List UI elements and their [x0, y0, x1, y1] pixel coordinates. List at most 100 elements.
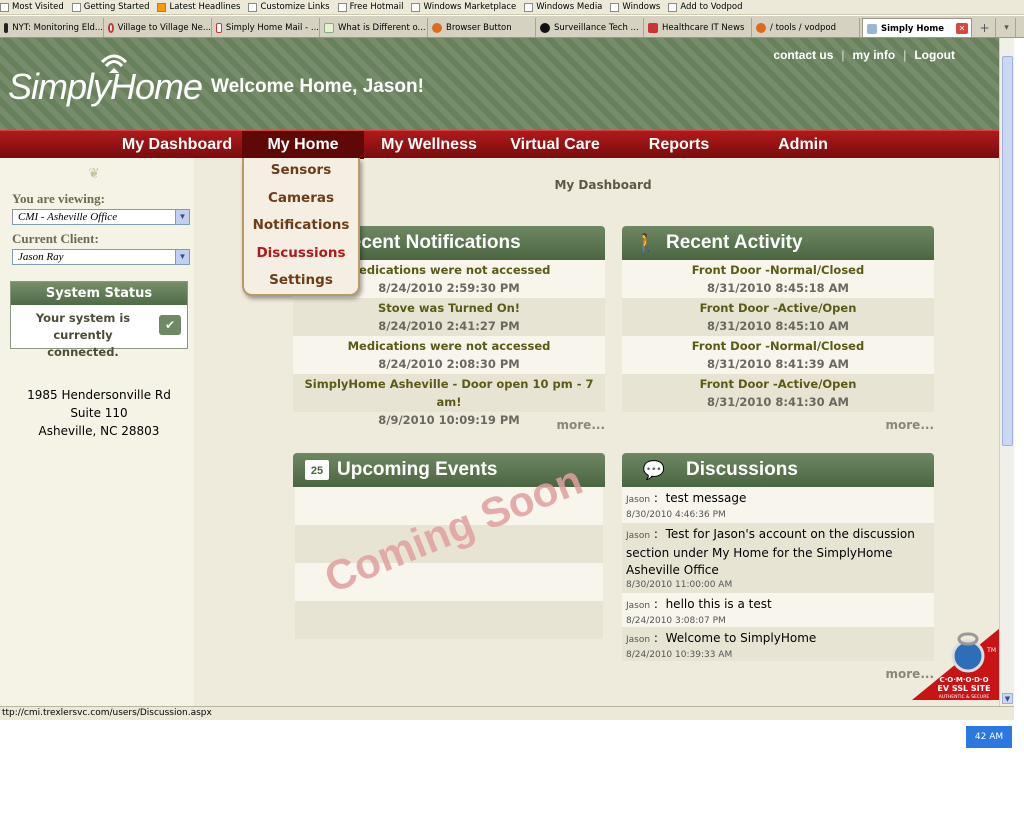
- scrollbar-thumb[interactable]: [1002, 56, 1013, 446]
- address-line: Suite 110: [70, 406, 128, 420]
- bookmark-add-to-vodpod[interactable]: Add to Vodpod: [668, 2, 743, 12]
- office-select[interactable]: CMI - Asheville Office ▼: [12, 209, 190, 225]
- thumbs-up-icon: ✔: [159, 315, 181, 335]
- client-select[interactable]: Jason Ray ▼: [12, 249, 190, 265]
- notification-item[interactable]: Medications were not accessed 8/24/2010 2…: [293, 336, 605, 374]
- tab-simply-home[interactable]: Simply Home ✕: [862, 18, 972, 37]
- bookmarks-toolbar: Most Visited Getting Started Latest Head…: [0, 0, 1024, 15]
- activity-date: 8/31/2010 8:45:10 AM: [707, 319, 849, 333]
- bookmark-label: Add to Vodpod: [680, 2, 743, 12]
- house-icon: [867, 23, 877, 34]
- tab-surveillance[interactable]: Surveillance Tech ...: [536, 18, 644, 37]
- logout-link[interactable]: Logout: [914, 48, 955, 62]
- discussion-author: Jason: [626, 601, 651, 611]
- activity-text: Front Door -Active/Open: [699, 301, 857, 315]
- activity-item[interactable]: Front Door -Active/Open 8/31/2010 8:41:30…: [622, 374, 934, 412]
- bookmark-icon: [524, 2, 534, 12]
- notifications-more-link[interactable]: more...: [557, 418, 605, 432]
- nav-admin[interactable]: Admin: [742, 131, 864, 159]
- bookmark-label: Latest Headlines: [169, 2, 241, 12]
- plus-icon: +: [979, 21, 990, 35]
- activity-item[interactable]: Front Door -Normal/Closed 8/31/2010 8:41:…: [622, 336, 934, 374]
- new-tab-button[interactable]: +: [974, 18, 996, 37]
- activity-more-link[interactable]: more...: [886, 418, 934, 432]
- tab-mail[interactable]: Simply Home Mail - ...: [212, 18, 320, 37]
- discussion-author: Jason: [626, 531, 651, 541]
- close-icon[interactable]: ✕: [956, 23, 968, 34]
- bookmark-icon: [610, 2, 620, 12]
- tab-nyt[interactable]: NYT: Monitoring Eld...: [0, 18, 104, 37]
- nav-my-wellness[interactable]: My Wellness: [366, 131, 492, 159]
- discussion-text: hello this is a test: [665, 597, 772, 611]
- nav-my-home[interactable]: My Home: [242, 131, 364, 159]
- bookmark-customize-links[interactable]: Customize Links: [248, 2, 330, 12]
- bookmark-windows[interactable]: Windows: [610, 2, 660, 12]
- tab-village[interactable]: Village to Village Ne...: [104, 18, 212, 37]
- abc-icon: [540, 23, 550, 33]
- bookmark-latest-headlines[interactable]: Latest Headlines: [157, 2, 240, 12]
- rss-icon: [157, 2, 167, 12]
- bookmark-icon: [411, 2, 421, 12]
- office-address: 1985 Hendersonville Rd Suite 110 Ashevil…: [10, 386, 188, 440]
- comodo-ssl-seal[interactable]: TM C·O·M·O·D·O EV SSL SITE AUTHENTIC & S…: [912, 628, 999, 700]
- nav-my-dashboard[interactable]: My Dashboard: [114, 131, 240, 159]
- tab-healthcare-it[interactable]: Healthcare IT News: [644, 18, 752, 37]
- tab-vodpod[interactable]: / tools / vodpod: [752, 18, 860, 37]
- speech-bubbles-icon: 💬: [642, 460, 666, 480]
- bookmark-getting-started[interactable]: Getting Started: [71, 2, 149, 12]
- notification-date: 8/24/2010 2:41:27 PM: [378, 319, 520, 333]
- no-entry-icon: [108, 23, 114, 33]
- activity-date: 8/31/2010 8:45:18 AM: [707, 281, 849, 295]
- tab-list-button[interactable]: ▾: [998, 18, 1016, 37]
- discussions-panel: 💬 Discussions Jason : test message 8/30/2…: [622, 453, 934, 693]
- my-home-dropdown: Sensors Cameras Notifications Discussion…: [242, 158, 360, 296]
- discussion-date: 8/30/2010 4:46:36 PM: [626, 510, 726, 520]
- recent-activity-panel: 🚶 Recent Activity Front Door -Normal/Clos…: [622, 226, 934, 436]
- discussion-item[interactable]: Jason : test message 8/30/2010 4:46:36 P…: [622, 487, 934, 523]
- nav-reports[interactable]: Reports: [618, 131, 740, 159]
- my-info-link[interactable]: my info: [853, 48, 896, 62]
- site-header: SimplyHome Welcome Home, Jason! contact …: [0, 38, 999, 130]
- tab-label: / tools / vodpod: [770, 23, 836, 33]
- scroll-down-icon[interactable]: ▼: [1002, 693, 1013, 704]
- nav-virtual-care[interactable]: Virtual Care: [494, 131, 616, 159]
- notification-item[interactable]: Stove was Turned On! 8/24/2010 2:41:27 PM: [293, 298, 605, 336]
- menu-item-sensors[interactable]: Sensors: [244, 162, 358, 178]
- bookmark-most-visited[interactable]: Most Visited: [0, 2, 64, 12]
- activity-text: Front Door -Active/Open: [699, 377, 857, 391]
- vertical-scrollbar[interactable]: ▼: [999, 38, 1014, 706]
- tab-label: Simply Home Mail - ...: [225, 23, 319, 33]
- discussion-text: test message: [665, 491, 747, 505]
- bookmark-icon: [248, 2, 258, 12]
- recent-activity-title: 🚶 Recent Activity: [622, 226, 934, 260]
- logo[interactable]: SimplyHome: [8, 66, 203, 108]
- client-select-value: Jason Ray: [18, 251, 64, 263]
- tab-browser-button[interactable]: Browser Button: [428, 18, 536, 37]
- bookmark-windows-media[interactable]: Windows Media: [524, 2, 602, 12]
- discussion-item[interactable]: Jason : Welcome to SimplyHome 8/24/2010 …: [622, 627, 934, 661]
- tab-what-is-different[interactable]: What is Different o...: [320, 18, 428, 37]
- activity-date: 8/31/2010 8:41:30 AM: [707, 395, 849, 409]
- discussion-author: Jason: [626, 495, 651, 505]
- discussions-title: 💬 Discussions: [622, 453, 934, 487]
- bookmark-icon: [668, 2, 678, 12]
- main-nav: My Dashboard My Home My Wellness Virtual…: [0, 130, 999, 159]
- page-icon: [324, 23, 334, 33]
- bookmark-windows-marketplace[interactable]: Windows Marketplace: [411, 2, 516, 12]
- discussion-item[interactable]: Jason : hello this is a test 8/24/2010 3…: [622, 593, 934, 627]
- menu-item-notifications[interactable]: Notifications: [244, 217, 358, 233]
- discussion-item[interactable]: Jason : Test for Jason's account on the …: [622, 523, 934, 593]
- bookmark-label: Free Hotmail: [349, 2, 404, 12]
- contact-us-link[interactable]: contact us: [773, 48, 833, 62]
- menu-item-discussions[interactable]: Discussions: [244, 245, 358, 261]
- menu-item-settings[interactable]: Settings: [244, 272, 358, 288]
- client-label: Current Client:: [12, 231, 99, 246]
- activity-item[interactable]: Front Door -Active/Open 8/31/2010 8:45:10…: [622, 298, 934, 336]
- status-url: ttp://cmi.trexlersvc.com/users/Discussio…: [2, 708, 212, 718]
- activity-item[interactable]: Front Door -Normal/Closed 8/31/2010 8:45:…: [622, 260, 934, 298]
- menu-item-cameras[interactable]: Cameras: [244, 190, 358, 206]
- panel-title-text: Recent Activity: [666, 232, 803, 253]
- bookmark-free-hotmail[interactable]: Free Hotmail: [337, 2, 404, 12]
- address-line: Asheville, NC 28803: [38, 424, 160, 438]
- notification-item[interactable]: SimplyHome Asheville - Door open 10 pm -…: [293, 374, 605, 427]
